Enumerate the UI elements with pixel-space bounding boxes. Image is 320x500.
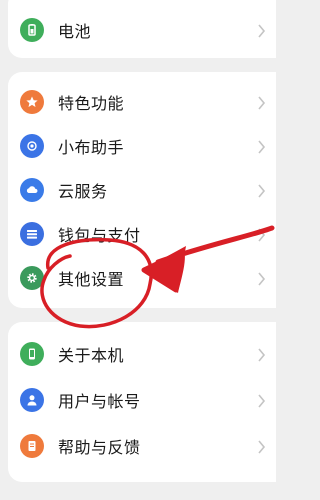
settings-item-label: 电池 [58,22,92,41]
settings-item-label: 云服务 [58,182,108,201]
settings-item-label: 钱包与支付 [58,226,141,245]
chevron-right-icon [257,227,266,242]
assistant-icon [20,134,44,158]
chevron-right-icon [257,95,266,110]
chevron-right-icon [257,439,266,454]
settings-group-services: 特色功能 小布助手 云服务 钱包与支付 其他设置 [8,72,276,308]
settings-item-label: 用户与帐号 [58,392,141,411]
settings-group-battery: 电池 [8,0,276,58]
help-document-icon [20,434,44,458]
settings-item-label: 小布助手 [58,138,125,157]
chevron-right-icon [257,271,266,286]
phone-icon [20,342,44,366]
chevron-right-icon [257,393,266,408]
gear-icon [20,266,44,290]
cloud-icon [20,178,44,202]
settings-item-other-settings[interactable]: 其他设置 [8,256,276,300]
settings-item-help[interactable]: 帮助与反馈 [8,424,276,468]
settings-item-battery[interactable]: 电池 [8,8,276,52]
settings-item-label: 特色功能 [58,94,125,113]
settings-item-cloud[interactable]: 云服务 [8,168,276,212]
chevron-right-icon [257,139,266,154]
star-icon [20,90,44,114]
settings-item-assistant[interactable]: 小布助手 [8,124,276,168]
settings-item-account[interactable]: 用户与帐号 [8,378,276,422]
settings-screen: 电池 特色功能 小布助手 云服务 钱包与支付 其他设置 关于本机 用户与帐号 帮… [0,0,276,500]
battery-icon [20,18,44,42]
wallet-icon [20,222,44,246]
settings-item-wallet[interactable]: 钱包与支付 [8,212,276,256]
settings-group-system: 关于本机 用户与帐号 帮助与反馈 [8,322,276,482]
chevron-right-icon [257,183,266,198]
chevron-right-icon [257,23,266,38]
settings-item-about[interactable]: 关于本机 [8,332,276,376]
settings-item-label: 帮助与反馈 [58,438,141,457]
user-icon [20,388,44,412]
settings-item-label: 其他设置 [58,270,125,289]
settings-item-label: 关于本机 [58,346,125,365]
settings-item-features[interactable]: 特色功能 [8,80,276,124]
chevron-right-icon [257,347,266,362]
